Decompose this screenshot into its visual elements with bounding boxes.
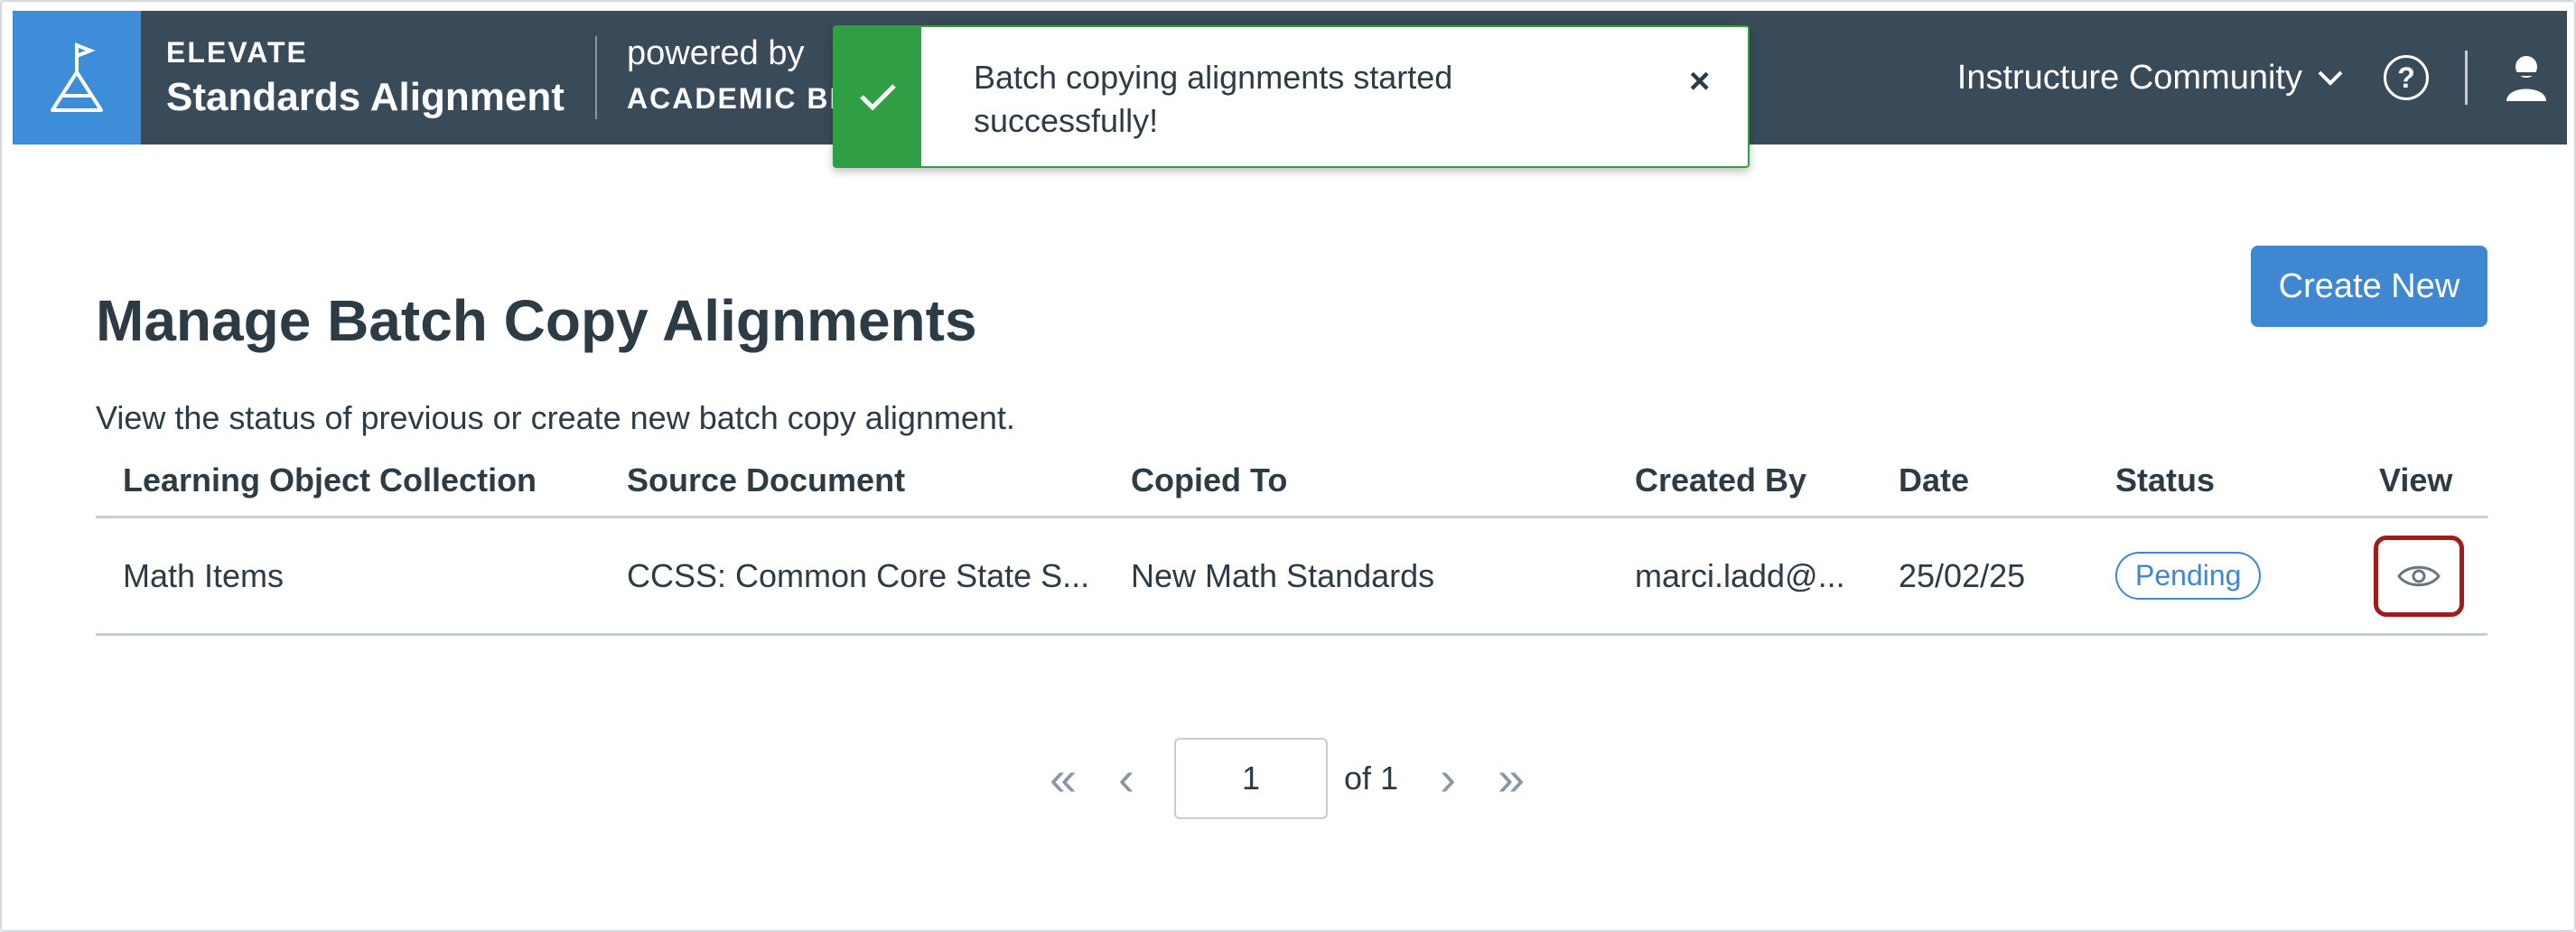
toast-status-strip xyxy=(835,27,921,166)
header-copied-to[interactable]: Copied To xyxy=(1131,444,1287,516)
success-toast: Batch copying alignments started success… xyxy=(833,25,1750,168)
cell-source: CCSS: Common Core State S... xyxy=(627,556,1090,594)
powered-by-label: powered by xyxy=(627,34,805,72)
app-logo[interactable] xyxy=(13,11,141,144)
powered-by-company: ACADEMIC BE xyxy=(627,82,851,115)
cell-created-by: marci.ladd@... xyxy=(1635,556,1845,594)
powered-by: powered by ACADEMIC BE xyxy=(627,34,851,116)
header-status[interactable]: Status xyxy=(2115,444,2215,516)
create-new-button[interactable]: Create New xyxy=(2251,246,2487,327)
batch-copy-table: Learning Object Collection Source Docume… xyxy=(96,444,2487,636)
cell-collection: Math Items xyxy=(123,556,285,594)
app-window: ELEVATE Standards Alignment powered by A… xyxy=(0,0,2576,932)
nav-right: Instructure Community ? xyxy=(1957,11,2549,144)
last-page-icon[interactable]: » xyxy=(1479,750,1543,806)
page-number-input[interactable] xyxy=(1174,738,1328,819)
toast-message: Batch copying alignments started success… xyxy=(974,59,1453,139)
cell-date: 25/02/25 xyxy=(1899,556,2026,594)
header-collection[interactable]: Learning Object Collection xyxy=(123,444,537,516)
cell-status: Pending xyxy=(2115,518,2262,633)
brand-title: Standards Alignment xyxy=(166,75,565,119)
toast-close-button[interactable]: × xyxy=(1689,61,1710,102)
header-view: View xyxy=(2379,461,2453,499)
brand-name: ELEVATE Standards Alignment xyxy=(166,36,565,120)
header-date[interactable]: Date xyxy=(1899,444,1969,516)
community-dropdown[interactable]: Instructure Community xyxy=(1957,59,2344,98)
first-page-icon[interactable]: « xyxy=(1031,750,1095,806)
eye-icon xyxy=(2397,565,2441,586)
header-source[interactable]: Source Document xyxy=(627,444,905,516)
previous-page-icon[interactable]: ‹ xyxy=(1095,750,1158,806)
table-header: Learning Object Collection Source Docume… xyxy=(96,444,2487,518)
status-badge: Pending xyxy=(2115,552,2262,600)
flag-flask-icon xyxy=(51,42,103,112)
community-label: Instructure Community xyxy=(1956,58,2302,97)
cell-view xyxy=(2374,518,2464,633)
pagination: « ‹ of 1 › » xyxy=(1031,737,1543,820)
page-description: View the status of previous or create ne… xyxy=(96,399,1015,436)
user-icon[interactable] xyxy=(2504,52,2549,103)
brand-small-text: ELEVATE xyxy=(166,36,308,69)
checkmark-icon xyxy=(860,84,896,111)
help-circle-icon[interactable]: ? xyxy=(2384,55,2429,100)
view-button[interactable] xyxy=(2374,535,2464,617)
cell-copied-to: New Math Standards xyxy=(1131,556,1435,594)
nav-divider xyxy=(2465,51,2468,105)
brand-divider xyxy=(595,36,597,119)
next-page-icon[interactable]: › xyxy=(1416,750,1479,806)
page-title: Manage Batch Copy Alignments xyxy=(96,288,977,353)
page-total-label: of 1 xyxy=(1344,760,1399,797)
table-row: Math Items CCSS: Common Core State S... … xyxy=(96,518,2487,636)
header-created-by[interactable]: Created By xyxy=(1635,444,1806,516)
chevron-down-icon xyxy=(2318,70,2343,86)
help-icon-glyph: ? xyxy=(2397,61,2415,94)
